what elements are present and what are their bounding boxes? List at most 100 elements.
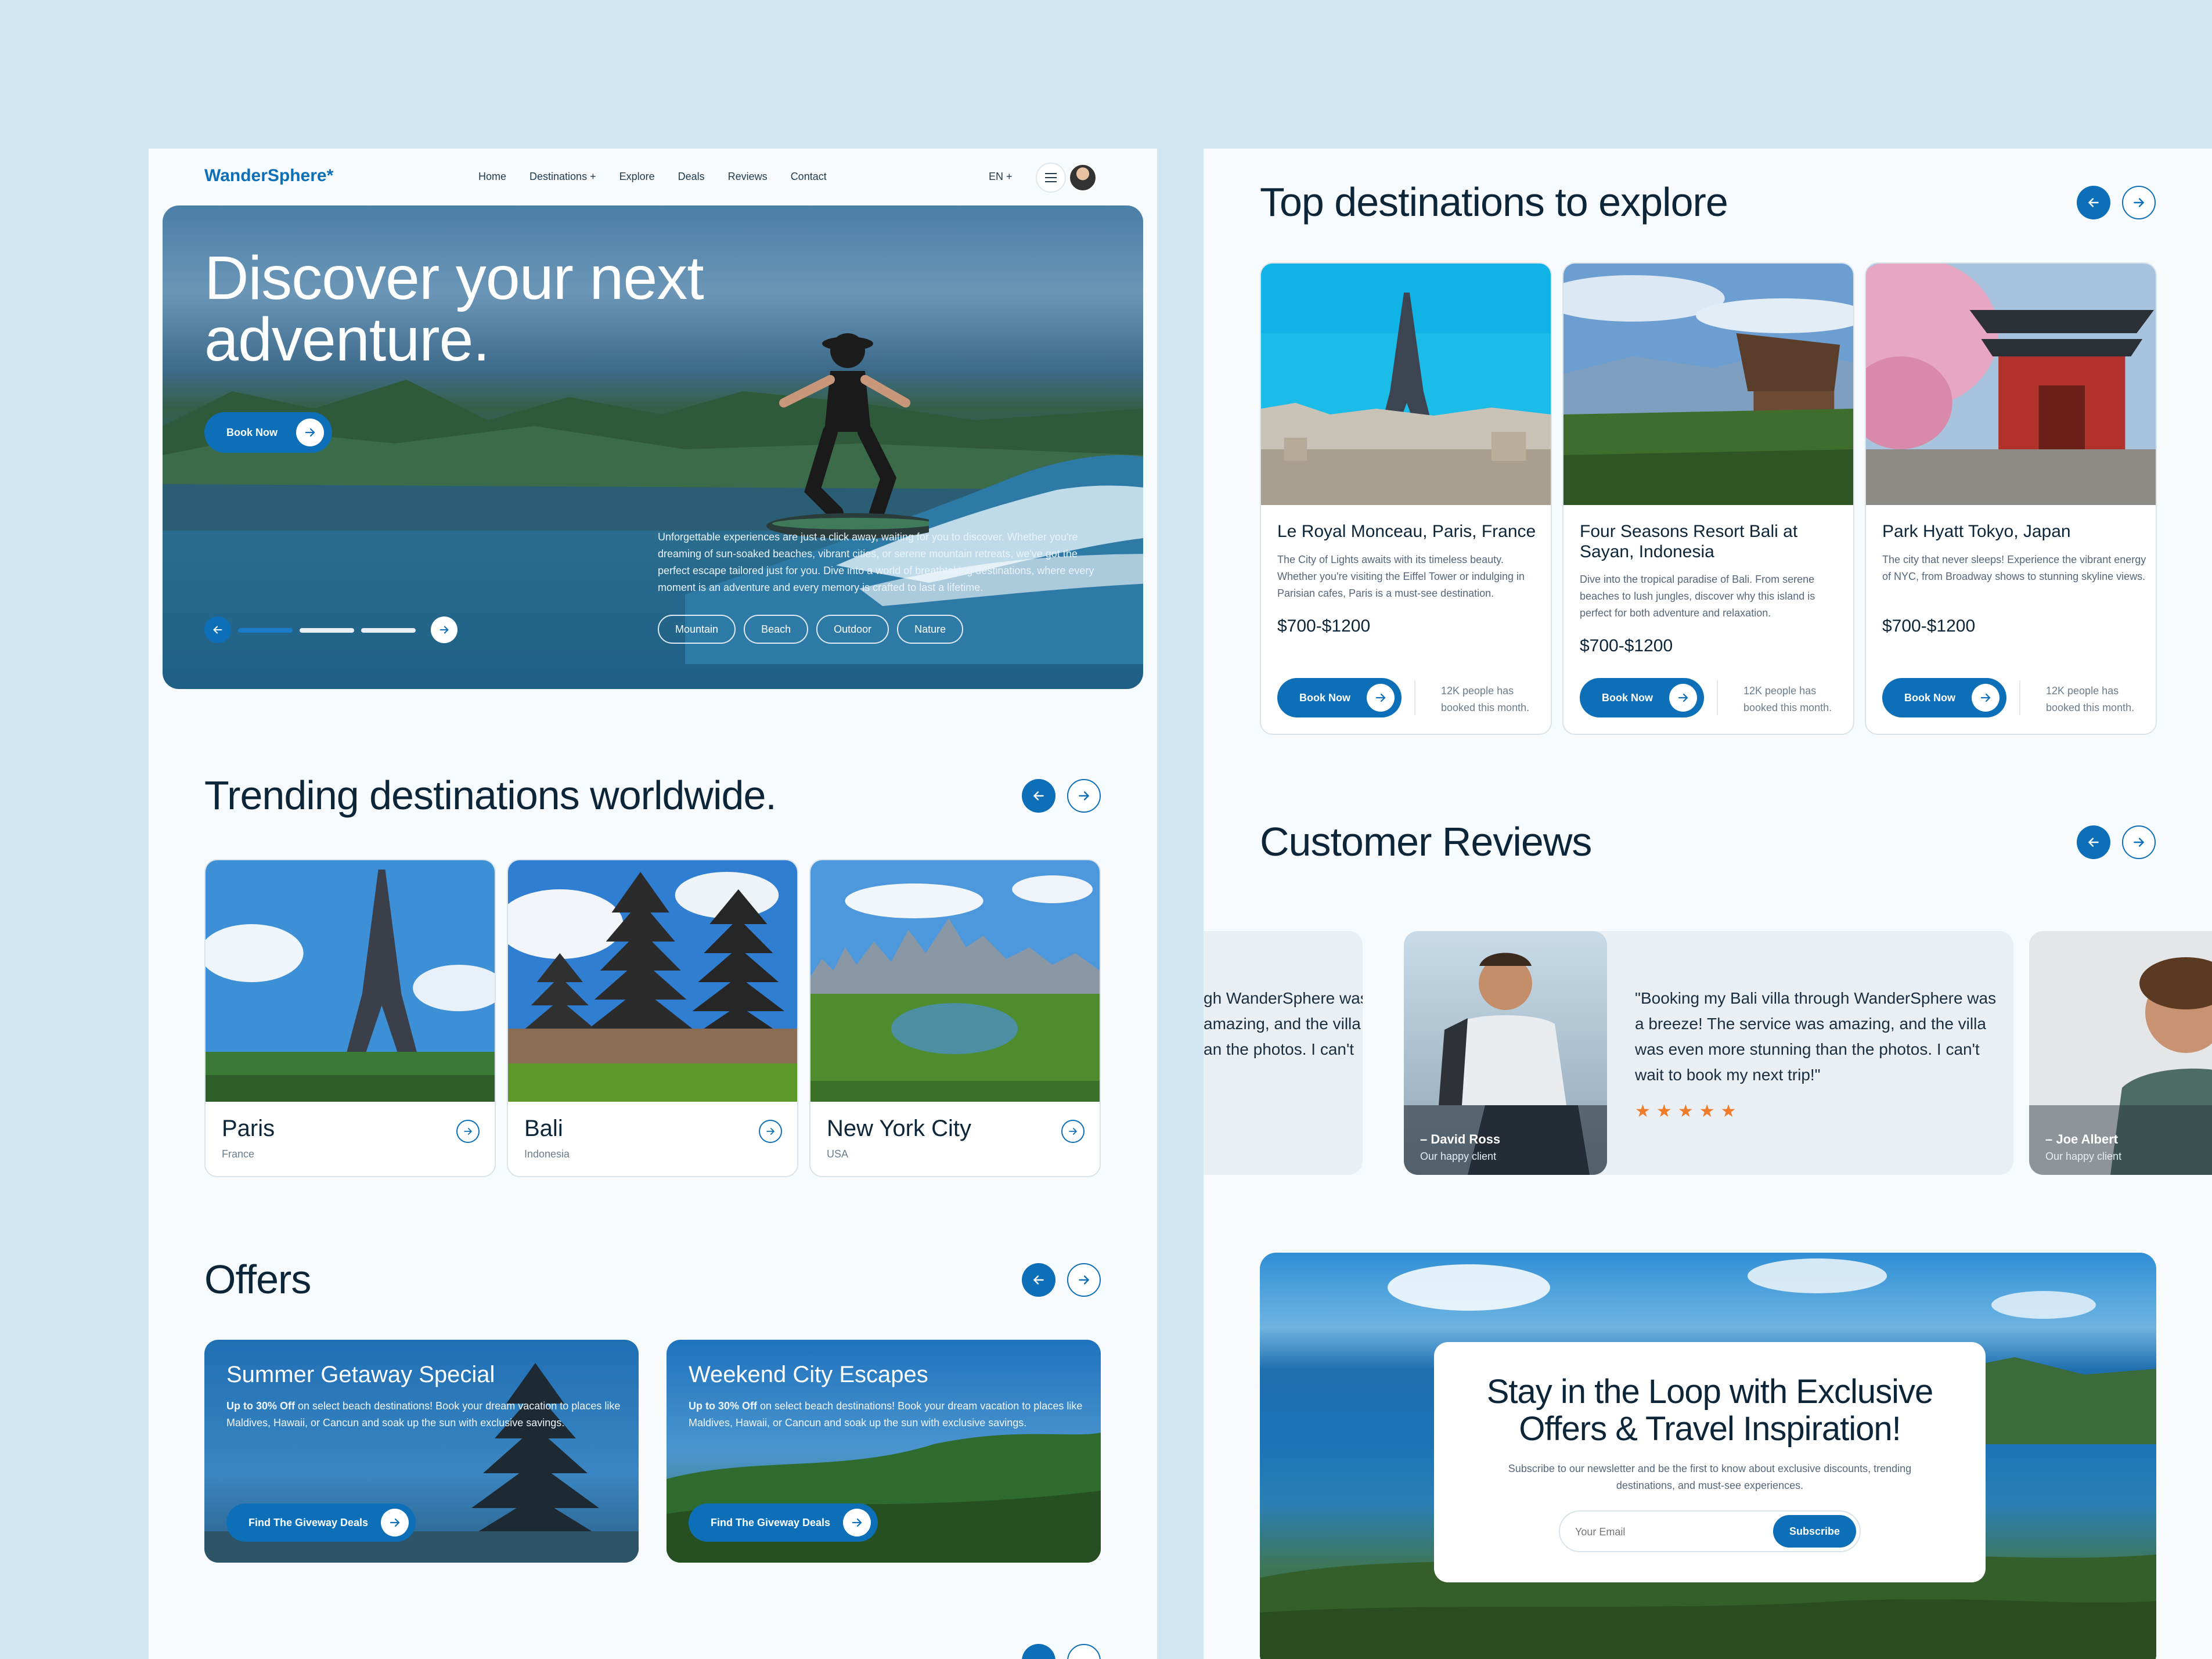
top-destinations-controls	[2077, 186, 2156, 219]
subscribe-button[interactable]: Subscribe	[1773, 1515, 1856, 1548]
nav-home[interactable]: Home	[478, 171, 506, 183]
trending-card-go-button[interactable]	[456, 1120, 480, 1143]
review-card-david-ross[interactable]: – David Ross Our happy client "Booking m…	[1404, 931, 2013, 1175]
slide-dot[interactable]	[238, 628, 293, 633]
nav-reviews[interactable]: Reviews	[728, 171, 768, 183]
trending-card-country: USA	[827, 1148, 849, 1160]
reviews-controls	[2077, 825, 2156, 859]
hero-next-button[interactable]	[431, 616, 457, 643]
destination-card-tokyo[interactable]: Park Hyatt Tokyo, Japan The city that ne…	[1865, 262, 2157, 735]
user-avatar[interactable]	[1069, 164, 1097, 192]
star-icon: ★	[1720, 1102, 1737, 1121]
bali-image	[508, 860, 797, 1102]
destination-card-paris[interactable]: Le Royal Monceau, Paris, France The City…	[1260, 262, 1552, 735]
booked-count: 12K people has booked this month.	[1441, 685, 1530, 713]
nav-deals[interactable]: Deals	[678, 171, 705, 183]
nav-explore[interactable]: Explore	[619, 171, 655, 183]
trending-card-new-york[interactable]: New York City USA	[809, 859, 1101, 1177]
destination-price: $700-$1200	[1882, 616, 1976, 636]
park-hyatt-tokyo-image	[1866, 264, 2156, 505]
nav-contact[interactable]: Contact	[791, 171, 827, 183]
newsletter-title: Stay in the Loop with Exclusive Offers &…	[1486, 1373, 1934, 1448]
arrow-right-icon	[766, 1128, 775, 1135]
trending-card-paris[interactable]: Paris France	[204, 859, 496, 1177]
slide-dot[interactable]	[361, 628, 416, 633]
reviews-title: Customer Reviews	[1260, 819, 1592, 864]
next-section-next-button[interactable]	[1067, 1644, 1101, 1659]
top-destinations-prev-button[interactable]	[2077, 186, 2110, 219]
destination-book-now-button[interactable]: Book Now	[1882, 678, 2006, 717]
landing-page-right: Top destinations to explore Le Royal Mon…	[1204, 149, 2212, 1659]
reviewer-role: Our happy client	[1420, 1151, 1497, 1162]
book-now-label: Book Now	[1602, 691, 1653, 704]
offers-carousel-controls	[1022, 1263, 1101, 1297]
reviews-prev-button[interactable]	[2077, 825, 2110, 859]
next-section-prev-button[interactable]	[1022, 1644, 1055, 1659]
tag-nature[interactable]: Nature	[897, 615, 964, 644]
review-card-previous[interactable]: gh WanderSphere was amazing, and the vil…	[1204, 931, 1363, 1175]
tag-mountain[interactable]: Mountain	[658, 615, 736, 644]
destination-book-now-button[interactable]: Book Now	[1277, 678, 1402, 717]
top-destinations-next-button[interactable]	[2122, 186, 2156, 219]
brand-logo[interactable]: WanderSphere*	[204, 166, 333, 186]
menu-button[interactable]	[1036, 163, 1066, 193]
book-now-label: Book Now	[1904, 691, 1955, 704]
hamburger-icon	[1045, 173, 1057, 182]
offer-description: Up to 30% Off on select beach destinatio…	[689, 1398, 1083, 1431]
hero-prev-button[interactable]	[204, 616, 231, 643]
offer-description: Up to 30% Off on select beach destinatio…	[226, 1398, 621, 1431]
trending-prev-button[interactable]	[1022, 779, 1055, 813]
offer-title: Weekend City Escapes	[689, 1362, 928, 1387]
reviewer-name: – Joe Albert	[2045, 1132, 2119, 1146]
star-icon: ★	[1699, 1102, 1715, 1121]
hero-book-now-button[interactable]: Book Now	[204, 412, 332, 453]
hero-description: Unforgettable experiences are just a cli…	[658, 531, 1094, 593]
destination-name: Park Hyatt Tokyo, Japan	[1882, 522, 2071, 541]
arrow-left-icon	[2088, 838, 2099, 847]
landing-page-left: WanderSphere* Home Destinations + Explor…	[149, 149, 1157, 1659]
tag-outdoor[interactable]: Outdoor	[816, 615, 889, 644]
divider	[2019, 680, 2020, 715]
trending-carousel-controls	[1022, 779, 1101, 813]
hero-tags: Mountain Beach Outdoor Nature	[658, 615, 964, 644]
arrow-right-icon	[2134, 838, 2145, 847]
hero-banner: Discover your next adventure. Book Now U…	[163, 205, 1143, 689]
arrow-left-icon	[213, 626, 222, 634]
destination-book-now-button[interactable]: Book Now	[1580, 678, 1704, 717]
arrow-right-icon	[381, 1509, 409, 1537]
reviewer-name: – David Ross	[1420, 1132, 1501, 1146]
offers-prev-button[interactable]	[1022, 1263, 1055, 1297]
trending-title: Trending destinations worldwide.	[204, 773, 777, 818]
find-deals-button[interactable]: Find The Giveway Deals	[226, 1503, 416, 1542]
offer-card-summer[interactable]: Summer Getaway Special Up to 30% Off on …	[204, 1340, 639, 1563]
find-deals-label: Find The Giveway Deals	[711, 1516, 831, 1528]
destination-description: Dive into the tropical paradise of Bali.…	[1580, 574, 1815, 619]
trending-card-name: New York City	[827, 1116, 971, 1141]
arrow-right-icon	[1669, 684, 1697, 712]
find-deals-label: Find The Giveway Deals	[248, 1516, 369, 1528]
offers-next-button[interactable]	[1067, 1263, 1101, 1297]
nav-destinations[interactable]: Destinations +	[529, 171, 596, 183]
find-deals-button[interactable]: Find The Giveway Deals	[689, 1503, 878, 1542]
review-card-joe-albert[interactable]: – Joe Albert Our happy client	[2029, 931, 2212, 1175]
booked-count: 12K people has booked this month.	[2046, 685, 2135, 713]
slide-dot[interactable]	[300, 628, 354, 633]
language-selector[interactable]: EN +	[989, 171, 1013, 183]
main-nav: Home Destinations + Explore Deals Review…	[478, 171, 827, 183]
next-section-controls	[1022, 1644, 1101, 1659]
trending-card-go-button[interactable]	[1061, 1120, 1085, 1143]
arrow-right-icon	[439, 626, 449, 634]
email-field[interactable]	[1575, 1523, 1749, 1541]
trending-next-button[interactable]	[1067, 779, 1101, 813]
newsletter-subtitle: Subscribe to our newsletter and be the f…	[1508, 1463, 1912, 1491]
destination-card-bali[interactable]: Four Seasons Resort Bali at Sayan, Indon…	[1562, 262, 1854, 735]
newsletter-card: Stay in the Loop with Exclusive Offers &…	[1434, 1342, 1986, 1582]
offer-card-weekend[interactable]: Weekend City Escapes Up to 30% Off on se…	[667, 1340, 1101, 1563]
trending-card-bali[interactable]: Bali Indonesia	[507, 859, 798, 1177]
reviews-next-button[interactable]	[2122, 825, 2156, 859]
new-york-image	[810, 860, 1100, 1102]
trending-card-go-button[interactable]	[759, 1120, 782, 1143]
tag-beach[interactable]: Beach	[744, 615, 809, 644]
destination-description: The city that never sleeps! Experience t…	[1882, 554, 2146, 582]
newsletter-form: Subscribe	[1559, 1510, 1861, 1552]
